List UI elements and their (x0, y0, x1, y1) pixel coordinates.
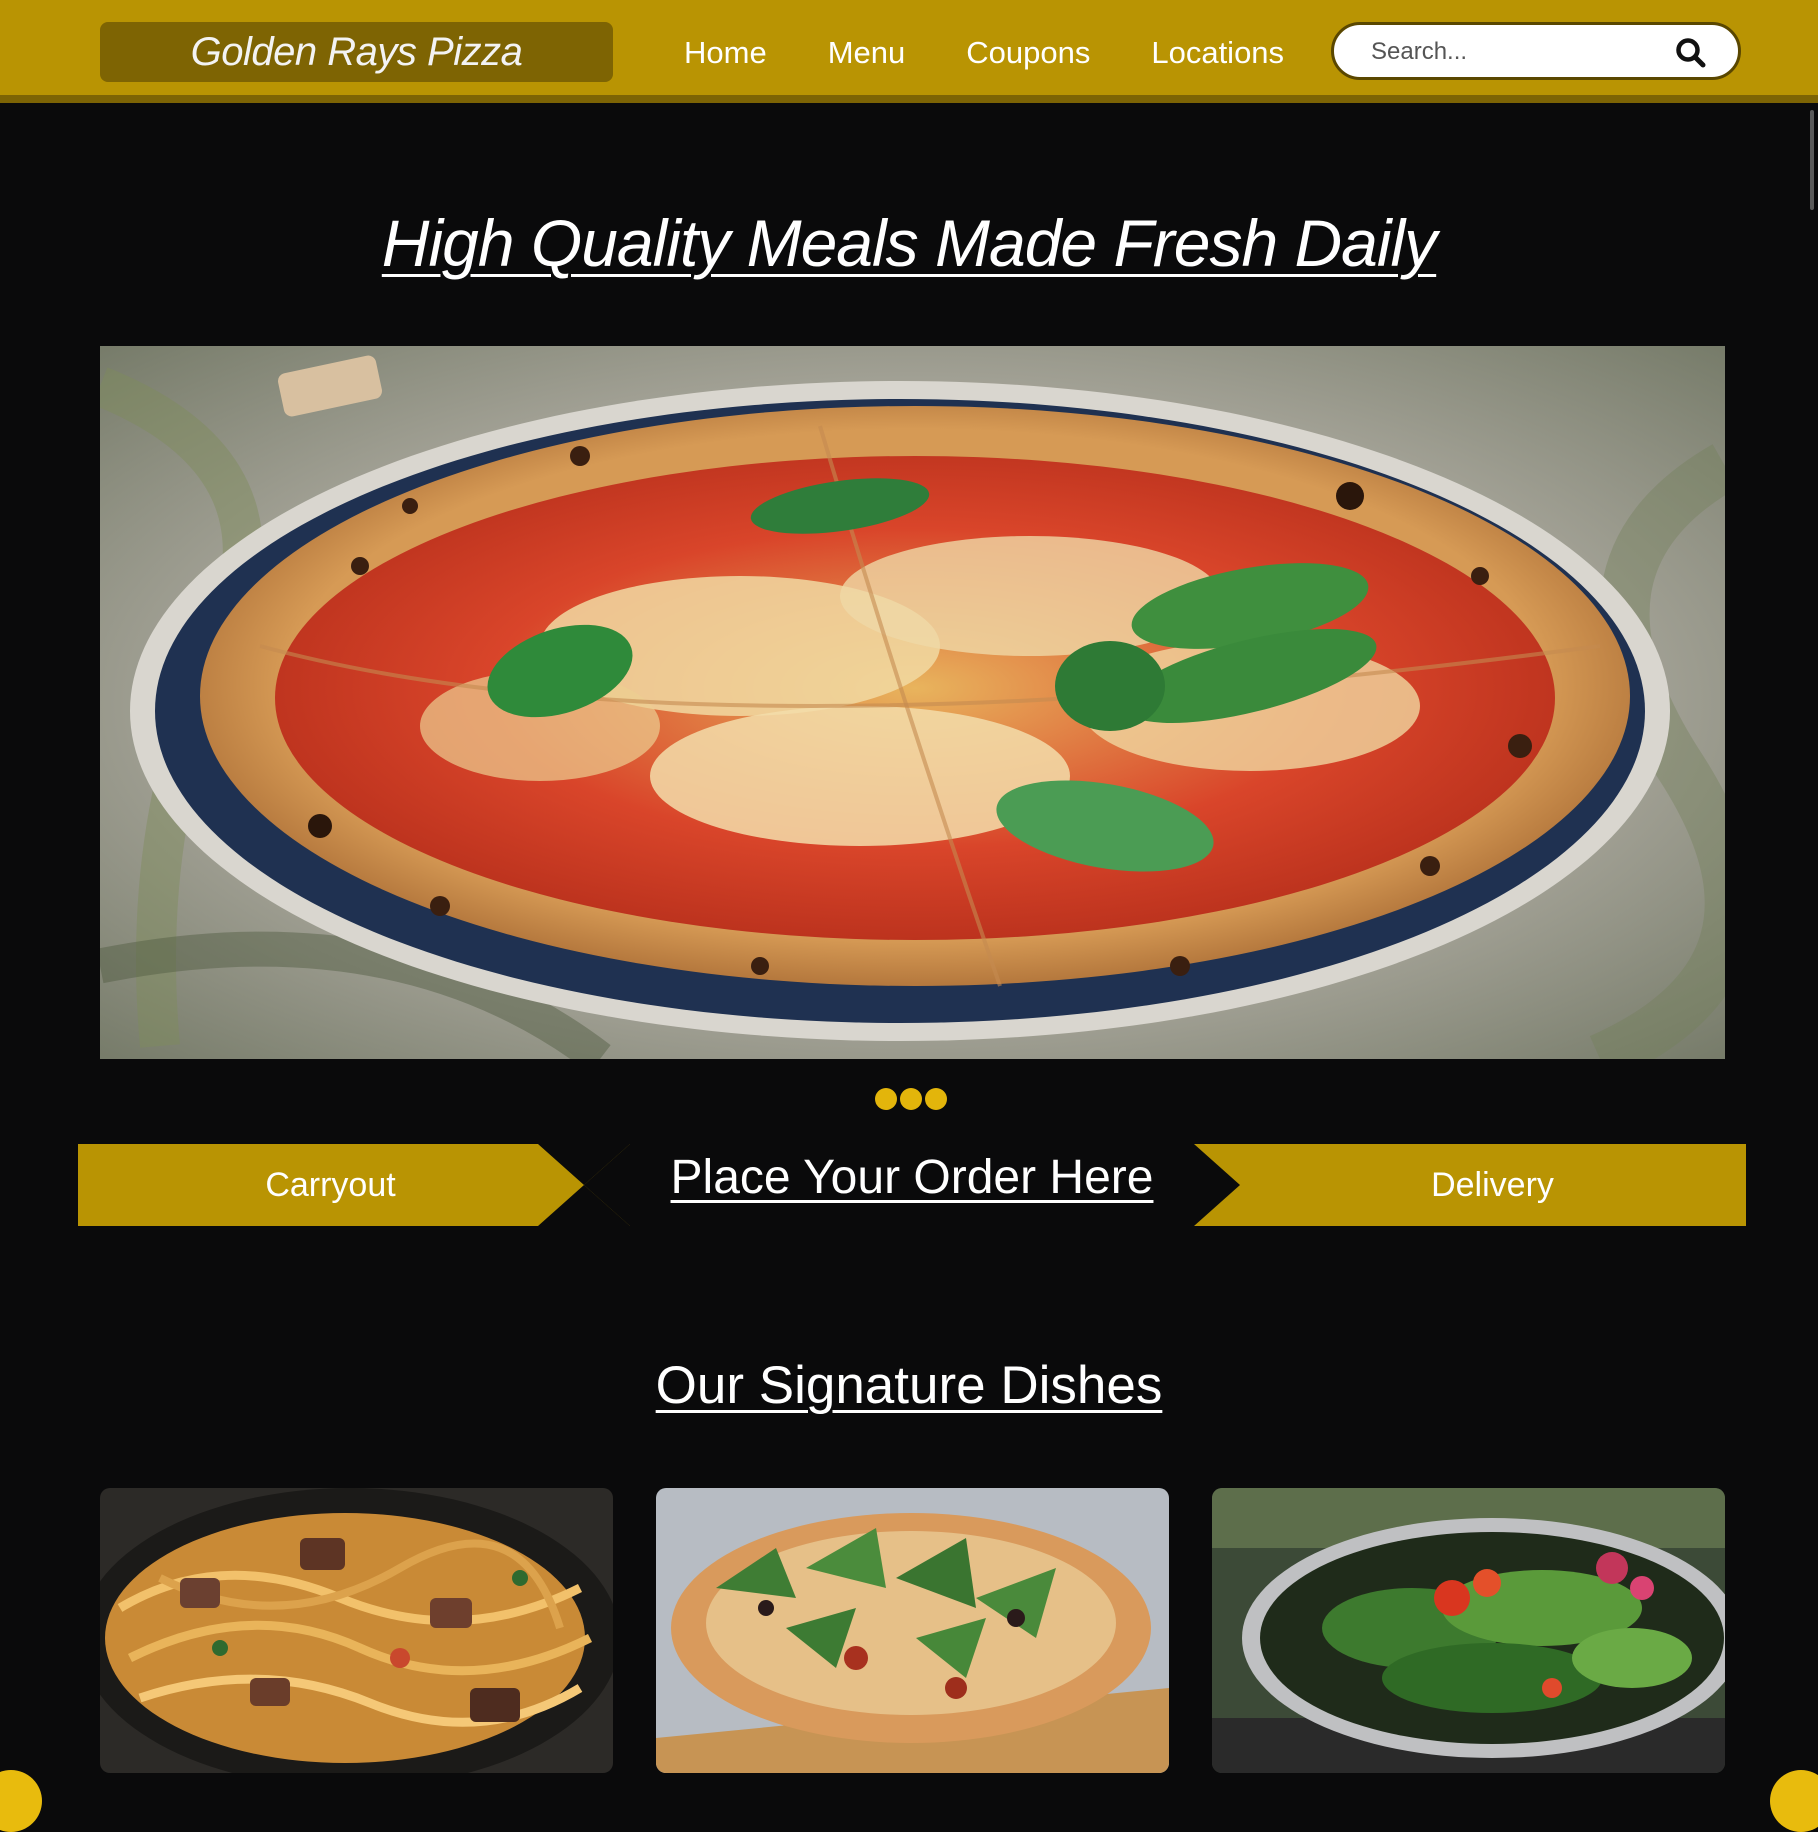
carousel-dot-2[interactable] (900, 1088, 922, 1110)
carousel-dots (875, 1088, 947, 1110)
carryout-label: Carryout (265, 1165, 396, 1204)
site-header: Golden Rays Pizza Home Menu Coupons Loca… (0, 0, 1818, 103)
carryout-button[interactable]: Carryout (78, 1144, 630, 1226)
nav-item-menu[interactable]: Menu (828, 35, 906, 71)
dish-card-arugula-pizza[interactable] (656, 1488, 1169, 1773)
carousel-dot-3[interactable] (925, 1088, 947, 1110)
order-heading[interactable]: Place Your Order Here (630, 1150, 1194, 1205)
signature-heading: Our Signature Dishes (655, 1356, 1163, 1415)
hero-pizza-image (100, 346, 1725, 1059)
nav-item-locations[interactable]: Locations (1151, 35, 1284, 71)
carousel-dot-1[interactable] (875, 1088, 897, 1110)
delivery-button[interactable]: Delivery (1194, 1144, 1746, 1226)
nav-item-home[interactable]: Home (684, 35, 767, 71)
search-input[interactable] (1369, 33, 1663, 71)
corner-bubble-right[interactable] (1770, 1770, 1818, 1832)
page-scrollbar[interactable] (1810, 110, 1814, 210)
dish-card-pasta[interactable] (100, 1488, 613, 1773)
corner-bubble-left[interactable] (0, 1770, 42, 1832)
main-nav: Home Menu Coupons Locations (684, 30, 1345, 76)
search-icon[interactable] (1674, 37, 1708, 69)
delivery-label: Delivery (1431, 1165, 1554, 1204)
hero-title: High Quality Meals Made Fresh Daily (381, 206, 1437, 280)
nav-item-coupons[interactable]: Coupons (966, 35, 1090, 71)
dish-card-salad[interactable] (1212, 1488, 1725, 1773)
site-logo[interactable]: Golden Rays Pizza (100, 22, 613, 82)
search-box (1331, 22, 1741, 80)
